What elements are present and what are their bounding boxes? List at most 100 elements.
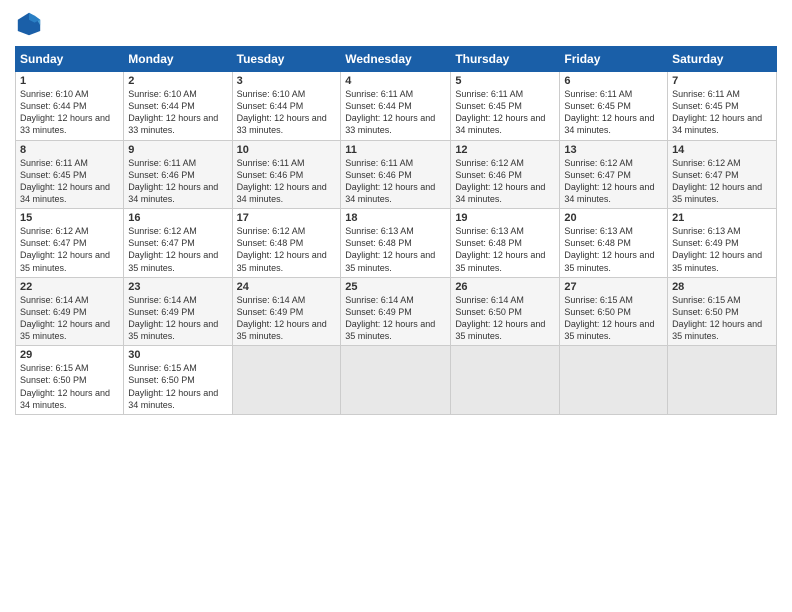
day-info: Sunrise: 6:12 AMSunset: 6:46 PMDaylight:… bbox=[455, 157, 555, 206]
day-number: 26 bbox=[455, 281, 555, 293]
header bbox=[15, 10, 777, 38]
day-number: 3 bbox=[237, 75, 337, 87]
calendar-cell: 16Sunrise: 6:12 AMSunset: 6:47 PMDayligh… bbox=[124, 209, 232, 278]
calendar-cell: 28Sunrise: 6:15 AMSunset: 6:50 PMDayligh… bbox=[668, 277, 777, 346]
day-info: Sunrise: 6:11 AMSunset: 6:45 PMDaylight:… bbox=[20, 157, 119, 206]
calendar-cell: 22Sunrise: 6:14 AMSunset: 6:49 PMDayligh… bbox=[16, 277, 124, 346]
day-info: Sunrise: 6:10 AMSunset: 6:44 PMDaylight:… bbox=[237, 88, 337, 137]
day-number: 17 bbox=[237, 212, 337, 224]
day-info: Sunrise: 6:14 AMSunset: 6:49 PMDaylight:… bbox=[128, 294, 227, 343]
calendar-cell: 23Sunrise: 6:14 AMSunset: 6:49 PMDayligh… bbox=[124, 277, 232, 346]
day-number: 1 bbox=[20, 75, 119, 87]
day-number: 6 bbox=[564, 75, 663, 87]
calendar-cell: 24Sunrise: 6:14 AMSunset: 6:49 PMDayligh… bbox=[232, 277, 341, 346]
calendar-week-row-5: 29Sunrise: 6:15 AMSunset: 6:50 PMDayligh… bbox=[16, 346, 777, 415]
calendar-week-row-2: 8Sunrise: 6:11 AMSunset: 6:45 PMDaylight… bbox=[16, 140, 777, 209]
day-info: Sunrise: 6:15 AMSunset: 6:50 PMDaylight:… bbox=[128, 362, 227, 411]
day-info: Sunrise: 6:15 AMSunset: 6:50 PMDaylight:… bbox=[672, 294, 772, 343]
day-info: Sunrise: 6:13 AMSunset: 6:49 PMDaylight:… bbox=[672, 225, 772, 274]
day-number: 10 bbox=[237, 144, 337, 156]
day-info: Sunrise: 6:13 AMSunset: 6:48 PMDaylight:… bbox=[345, 225, 446, 274]
day-number: 23 bbox=[128, 281, 227, 293]
weekday-header-wednesday: Wednesday bbox=[341, 47, 451, 72]
day-number: 27 bbox=[564, 281, 663, 293]
calendar-table: SundayMondayTuesdayWednesdayThursdayFrid… bbox=[15, 46, 777, 415]
day-number: 30 bbox=[128, 349, 227, 361]
day-info: Sunrise: 6:11 AMSunset: 6:46 PMDaylight:… bbox=[237, 157, 337, 206]
day-number: 18 bbox=[345, 212, 446, 224]
calendar-cell: 8Sunrise: 6:11 AMSunset: 6:45 PMDaylight… bbox=[16, 140, 124, 209]
calendar-cell: 19Sunrise: 6:13 AMSunset: 6:48 PMDayligh… bbox=[451, 209, 560, 278]
day-number: 20 bbox=[564, 212, 663, 224]
weekday-header-friday: Friday bbox=[560, 47, 668, 72]
day-number: 14 bbox=[672, 144, 772, 156]
day-number: 12 bbox=[455, 144, 555, 156]
day-number: 28 bbox=[672, 281, 772, 293]
day-info: Sunrise: 6:15 AMSunset: 6:50 PMDaylight:… bbox=[564, 294, 663, 343]
calendar-cell: 5Sunrise: 6:11 AMSunset: 6:45 PMDaylight… bbox=[451, 72, 560, 141]
day-info: Sunrise: 6:11 AMSunset: 6:46 PMDaylight:… bbox=[345, 157, 446, 206]
calendar-cell bbox=[232, 346, 341, 415]
weekday-header-tuesday: Tuesday bbox=[232, 47, 341, 72]
calendar-cell: 26Sunrise: 6:14 AMSunset: 6:50 PMDayligh… bbox=[451, 277, 560, 346]
day-number: 5 bbox=[455, 75, 555, 87]
day-info: Sunrise: 6:10 AMSunset: 6:44 PMDaylight:… bbox=[20, 88, 119, 137]
day-number: 11 bbox=[345, 144, 446, 156]
weekday-header-thursday: Thursday bbox=[451, 47, 560, 72]
day-info: Sunrise: 6:14 AMSunset: 6:50 PMDaylight:… bbox=[455, 294, 555, 343]
day-number: 25 bbox=[345, 281, 446, 293]
calendar-week-row-3: 15Sunrise: 6:12 AMSunset: 6:47 PMDayligh… bbox=[16, 209, 777, 278]
day-info: Sunrise: 6:14 AMSunset: 6:49 PMDaylight:… bbox=[20, 294, 119, 343]
day-info: Sunrise: 6:12 AMSunset: 6:47 PMDaylight:… bbox=[672, 157, 772, 206]
day-number: 7 bbox=[672, 75, 772, 87]
calendar-cell: 4Sunrise: 6:11 AMSunset: 6:44 PMDaylight… bbox=[341, 72, 451, 141]
day-info: Sunrise: 6:12 AMSunset: 6:48 PMDaylight:… bbox=[237, 225, 337, 274]
day-info: Sunrise: 6:15 AMSunset: 6:50 PMDaylight:… bbox=[20, 362, 119, 411]
day-info: Sunrise: 6:13 AMSunset: 6:48 PMDaylight:… bbox=[455, 225, 555, 274]
day-info: Sunrise: 6:11 AMSunset: 6:45 PMDaylight:… bbox=[672, 88, 772, 137]
calendar-cell bbox=[341, 346, 451, 415]
calendar-cell bbox=[668, 346, 777, 415]
weekday-header-saturday: Saturday bbox=[668, 47, 777, 72]
calendar-cell: 15Sunrise: 6:12 AMSunset: 6:47 PMDayligh… bbox=[16, 209, 124, 278]
calendar-cell bbox=[560, 346, 668, 415]
calendar-cell: 21Sunrise: 6:13 AMSunset: 6:49 PMDayligh… bbox=[668, 209, 777, 278]
calendar-cell: 13Sunrise: 6:12 AMSunset: 6:47 PMDayligh… bbox=[560, 140, 668, 209]
calendar-cell: 2Sunrise: 6:10 AMSunset: 6:44 PMDaylight… bbox=[124, 72, 232, 141]
logo-icon bbox=[15, 10, 43, 38]
day-number: 2 bbox=[128, 75, 227, 87]
calendar-cell: 27Sunrise: 6:15 AMSunset: 6:50 PMDayligh… bbox=[560, 277, 668, 346]
calendar-week-row-4: 22Sunrise: 6:14 AMSunset: 6:49 PMDayligh… bbox=[16, 277, 777, 346]
day-info: Sunrise: 6:10 AMSunset: 6:44 PMDaylight:… bbox=[128, 88, 227, 137]
calendar-cell: 12Sunrise: 6:12 AMSunset: 6:46 PMDayligh… bbox=[451, 140, 560, 209]
day-number: 19 bbox=[455, 212, 555, 224]
calendar-cell: 14Sunrise: 6:12 AMSunset: 6:47 PMDayligh… bbox=[668, 140, 777, 209]
day-number: 13 bbox=[564, 144, 663, 156]
weekday-header-monday: Monday bbox=[124, 47, 232, 72]
weekday-header-sunday: Sunday bbox=[16, 47, 124, 72]
day-number: 16 bbox=[128, 212, 227, 224]
calendar-cell: 7Sunrise: 6:11 AMSunset: 6:45 PMDaylight… bbox=[668, 72, 777, 141]
calendar-cell: 25Sunrise: 6:14 AMSunset: 6:49 PMDayligh… bbox=[341, 277, 451, 346]
calendar-cell: 1Sunrise: 6:10 AMSunset: 6:44 PMDaylight… bbox=[16, 72, 124, 141]
day-number: 4 bbox=[345, 75, 446, 87]
calendar-cell: 6Sunrise: 6:11 AMSunset: 6:45 PMDaylight… bbox=[560, 72, 668, 141]
calendar-cell: 10Sunrise: 6:11 AMSunset: 6:46 PMDayligh… bbox=[232, 140, 341, 209]
day-info: Sunrise: 6:13 AMSunset: 6:48 PMDaylight:… bbox=[564, 225, 663, 274]
calendar-cell: 3Sunrise: 6:10 AMSunset: 6:44 PMDaylight… bbox=[232, 72, 341, 141]
day-info: Sunrise: 6:11 AMSunset: 6:44 PMDaylight:… bbox=[345, 88, 446, 137]
calendar-cell: 18Sunrise: 6:13 AMSunset: 6:48 PMDayligh… bbox=[341, 209, 451, 278]
calendar-cell: 30Sunrise: 6:15 AMSunset: 6:50 PMDayligh… bbox=[124, 346, 232, 415]
day-info: Sunrise: 6:11 AMSunset: 6:45 PMDaylight:… bbox=[564, 88, 663, 137]
day-info: Sunrise: 6:12 AMSunset: 6:47 PMDaylight:… bbox=[564, 157, 663, 206]
day-number: 21 bbox=[672, 212, 772, 224]
calendar-cell: 29Sunrise: 6:15 AMSunset: 6:50 PMDayligh… bbox=[16, 346, 124, 415]
day-number: 8 bbox=[20, 144, 119, 156]
day-info: Sunrise: 6:14 AMSunset: 6:49 PMDaylight:… bbox=[237, 294, 337, 343]
day-info: Sunrise: 6:11 AMSunset: 6:46 PMDaylight:… bbox=[128, 157, 227, 206]
weekday-header-row: SundayMondayTuesdayWednesdayThursdayFrid… bbox=[16, 47, 777, 72]
page: SundayMondayTuesdayWednesdayThursdayFrid… bbox=[0, 0, 792, 612]
day-info: Sunrise: 6:12 AMSunset: 6:47 PMDaylight:… bbox=[20, 225, 119, 274]
logo bbox=[15, 10, 47, 38]
day-number: 29 bbox=[20, 349, 119, 361]
